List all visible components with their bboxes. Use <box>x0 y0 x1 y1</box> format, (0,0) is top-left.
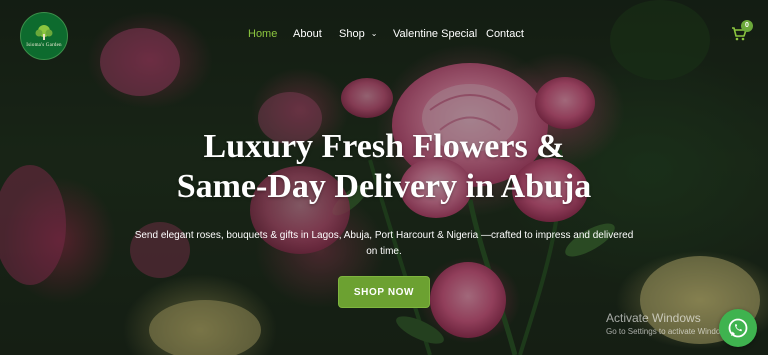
activate-windows-watermark: Activate Windows Go to Settings to activ… <box>606 311 732 338</box>
hero-headline-line1: Luxury Fresh Flowers & <box>203 128 565 165</box>
chevron-down-icon: ⌄ <box>370 29 378 38</box>
cart-count-badge: 0 <box>741 20 753 32</box>
nav-contact[interactable]: Contact <box>486 28 524 40</box>
nav-shop-label: Shop <box>339 28 365 40</box>
nav-about[interactable]: About <box>293 28 322 40</box>
tree-icon <box>35 24 53 40</box>
nav-home[interactable]: Home <box>248 28 277 40</box>
shop-now-button[interactable]: SHOP NOW <box>338 276 430 308</box>
activate-windows-title: Activate Windows <box>606 311 701 325</box>
whatsapp-chat-button[interactable] <box>719 309 757 347</box>
nav-shop[interactable]: Shop ⌄ <box>339 28 377 40</box>
hero-subtext: Send elegant roses, bouquets & gifts in … <box>134 230 634 257</box>
whatsapp-icon <box>728 318 748 338</box>
hero-headline: Luxury Fresh Flowers & Same-Day Delivery… <box>84 127 684 207</box>
nav-valentine-special[interactable]: Valentine Special <box>393 28 477 40</box>
site-logo[interactable]: Isioma's Garden <box>20 12 68 60</box>
logo-text: Isioma's Garden <box>26 42 62 48</box>
activate-windows-subtitle: Go to Settings to activate Windows. <box>606 327 733 336</box>
hero-headline-line2: Same-Day Delivery in Abuja <box>176 168 592 205</box>
site-header: Isioma's Garden Home About Shop ⌄ Valenti… <box>0 0 768 70</box>
